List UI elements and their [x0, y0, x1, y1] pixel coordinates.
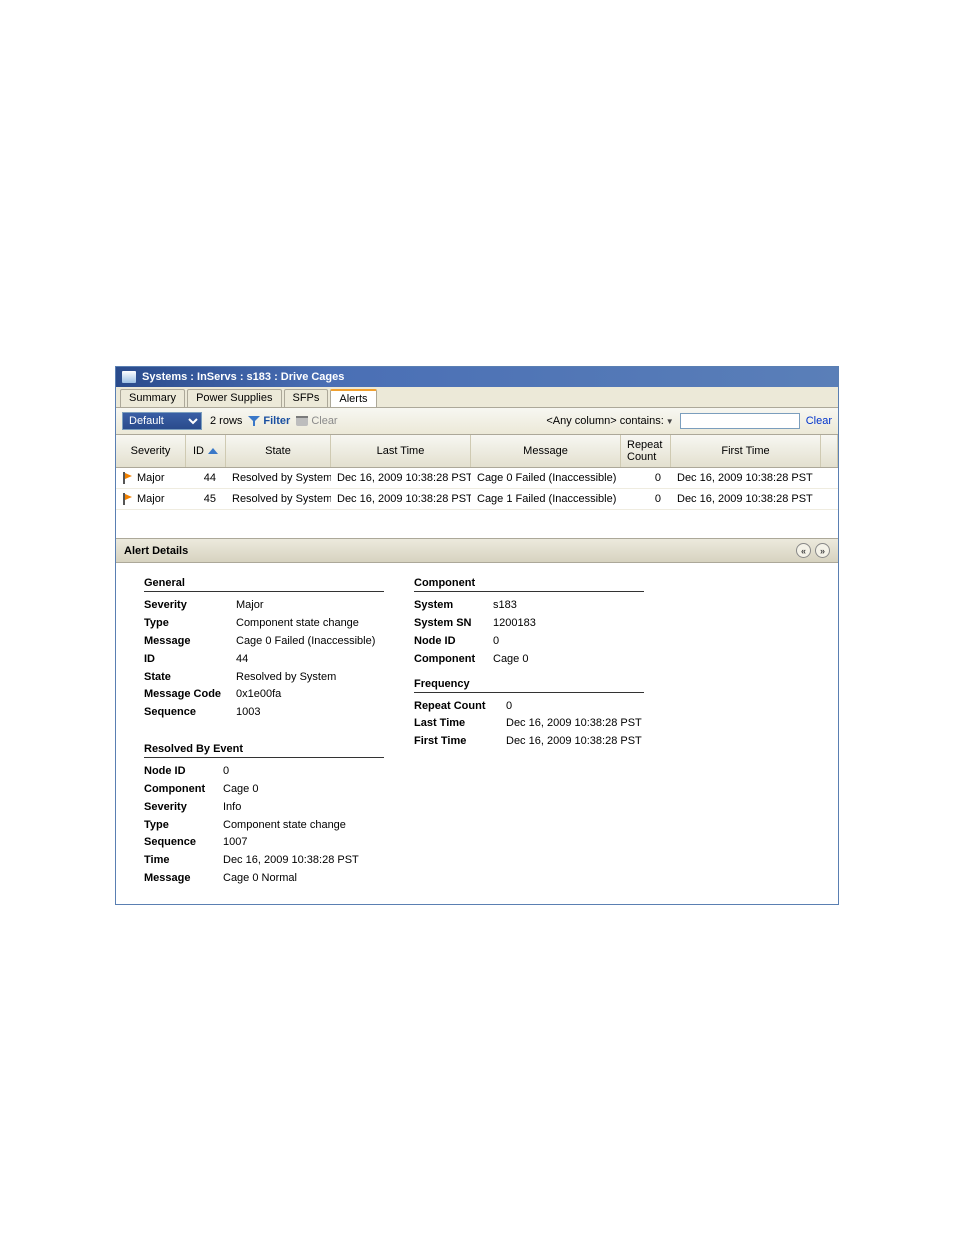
- details-header: Alert Details « »: [116, 538, 838, 563]
- severity-flag-icon: [122, 472, 133, 484]
- clear-link[interactable]: Clear: [806, 415, 832, 427]
- tab-summary[interactable]: Summary: [120, 389, 185, 407]
- col-severity[interactable]: Severity: [116, 435, 186, 467]
- breadcrumb: Systems : InServs : s183 : Drive Cages: [142, 371, 344, 383]
- col-message[interactable]: Message: [471, 435, 621, 467]
- clear-filter-icon: [296, 416, 308, 426]
- window-titlebar: Systems : InServs : s183 : Drive Cages: [116, 367, 838, 387]
- section-component: Component: [414, 577, 644, 592]
- section-general: General: [144, 577, 384, 592]
- details-body: General SeverityMajor TypeComponent stat…: [116, 563, 838, 904]
- search-input[interactable]: [680, 413, 800, 429]
- tab-alerts[interactable]: Alerts: [330, 389, 376, 407]
- severity-flag-icon: [122, 493, 133, 505]
- col-state[interactable]: State: [226, 435, 331, 467]
- filter-button[interactable]: Filter: [248, 415, 290, 427]
- row-count: 2 rows: [210, 415, 242, 427]
- clear-filter-button[interactable]: Clear: [296, 415, 337, 427]
- tab-bar: Summary Power Supplies SFPs Alerts: [116, 387, 838, 408]
- sort-asc-icon: [208, 448, 218, 454]
- col-repeat-count[interactable]: Repeat Count: [621, 435, 671, 467]
- col-last-time[interactable]: Last Time: [331, 435, 471, 467]
- view-select[interactable]: Default: [122, 412, 202, 430]
- section-resolved: Resolved By Event: [144, 743, 384, 758]
- tab-sfps[interactable]: SFPs: [284, 389, 329, 407]
- table-row[interactable]: Major 45 Resolved by System Dec 16, 2009…: [116, 489, 838, 510]
- collapse-up-button[interactable]: «: [796, 543, 811, 558]
- column-filter-label[interactable]: <Any column> contains: ▼: [546, 415, 673, 427]
- grid-header: Severity ID State Last Time Message Repe…: [116, 435, 838, 468]
- collapse-down-button[interactable]: »: [815, 543, 830, 558]
- col-id[interactable]: ID: [186, 435, 226, 467]
- section-frequency: Frequency: [414, 678, 644, 693]
- tab-power-supplies[interactable]: Power Supplies: [187, 389, 281, 407]
- table-row[interactable]: Major 44 Resolved by System Dec 16, 2009…: [116, 468, 838, 489]
- filter-icon: [248, 415, 260, 427]
- grid-body: Major 44 Resolved by System Dec 16, 2009…: [116, 468, 838, 538]
- app-icon: [122, 371, 136, 383]
- col-first-time[interactable]: First Time: [671, 435, 821, 467]
- toolbar: Default 2 rows Filter Clear <Any column>…: [116, 408, 838, 435]
- col-spacer: [821, 435, 838, 467]
- alerts-window: Systems : InServs : s183 : Drive Cages S…: [115, 366, 839, 905]
